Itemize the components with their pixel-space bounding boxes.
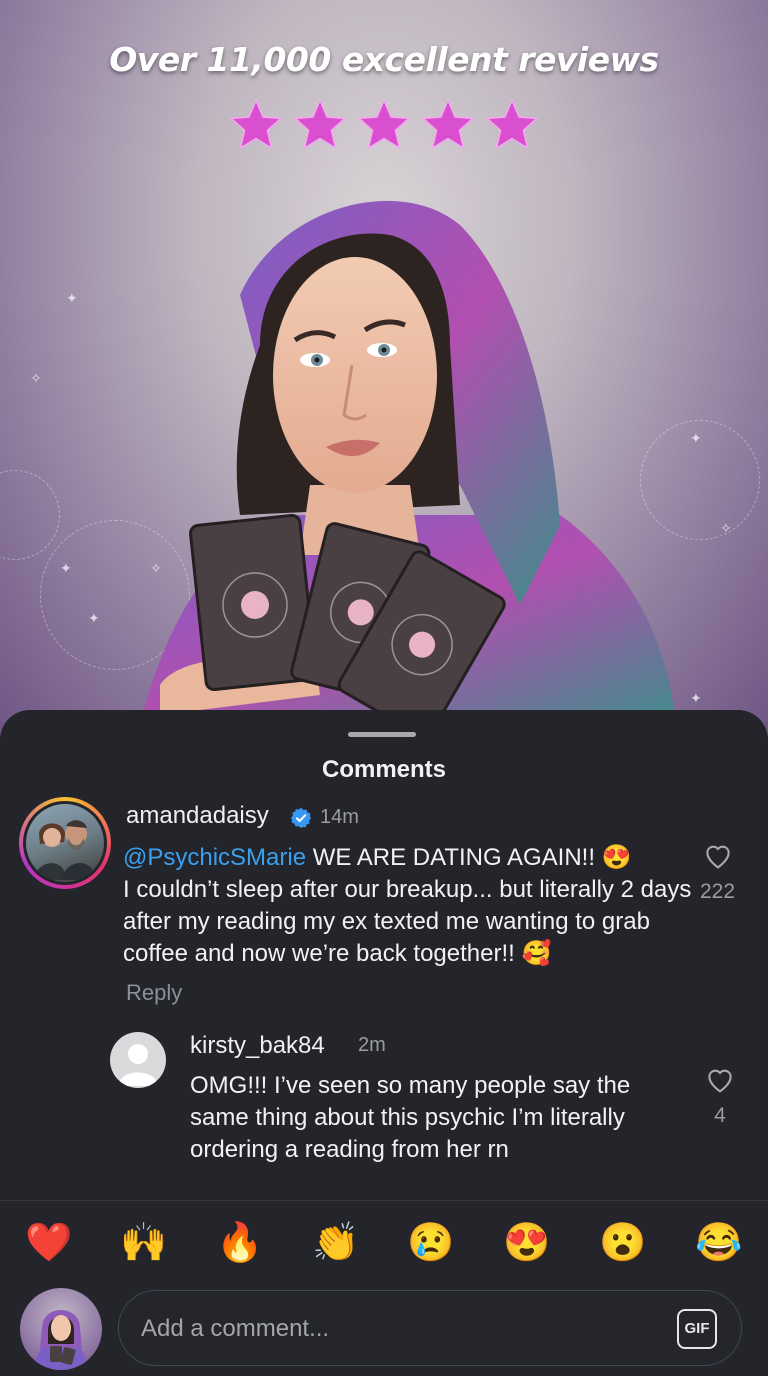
reaction-heart[interactable]: ❤️ xyxy=(24,1218,74,1268)
reply-timestamp: 2m xyxy=(358,1034,386,1056)
quick-reactions-bar: ❤️ 🙌 🔥 👏 😢 😍 😮 😂 xyxy=(0,1218,768,1268)
avatar-ring-gap xyxy=(23,801,107,885)
default-user-icon xyxy=(118,1044,158,1086)
sparkle-icon: ✧ xyxy=(720,520,732,536)
reaction-fire[interactable]: 🔥 xyxy=(215,1218,265,1268)
sparkle-icon: ✦ xyxy=(690,690,702,706)
reaction-raised-hands[interactable]: 🙌 xyxy=(119,1218,169,1268)
comment-like[interactable]: 222 xyxy=(700,840,735,904)
couple-photo-icon xyxy=(34,820,96,880)
star-icon xyxy=(357,98,411,150)
commenter-avatar[interactable] xyxy=(19,797,111,889)
decor-halo xyxy=(0,470,60,560)
comment-body: @PsychicSMarie WE ARE DATING AGAIN!! 😍 I… xyxy=(123,842,713,970)
reaction-crying[interactable]: 😢 xyxy=(406,1218,456,1268)
comment-input-placeholder: Add a comment... xyxy=(141,1315,330,1342)
sparkle-icon: ✦ xyxy=(66,290,78,306)
comment-text-rest: I couldn’t sleep after our breakup... bu… xyxy=(123,876,692,967)
reaction-heart-eyes[interactable]: 😍 xyxy=(502,1218,552,1268)
reaction-surprised[interactable]: 😮 xyxy=(598,1218,648,1268)
comment-timestamp: 14m xyxy=(320,806,359,828)
psychic-portrait xyxy=(140,200,675,739)
star-icon xyxy=(485,98,539,150)
star-icon xyxy=(293,98,347,150)
verified-badge-icon xyxy=(290,807,312,829)
mention-link[interactable]: @PsychicSMarie xyxy=(123,844,306,871)
reviews-headline: Over 11,000 excellent reviews xyxy=(109,40,659,79)
star-icon xyxy=(421,98,475,150)
comment-text-first-line: WE ARE DATING AGAIN!! 😍 xyxy=(306,844,632,871)
sparkle-icon: ✦ xyxy=(690,430,702,446)
star-icon xyxy=(229,98,283,150)
rating-stars xyxy=(0,96,768,154)
sparkle-icon: ✧ xyxy=(30,370,42,386)
current-user-avatar xyxy=(20,1288,102,1370)
reply-body: OMG!!! I’ve seen so many people say the … xyxy=(190,1072,631,1163)
sheet-title: Comments xyxy=(321,756,447,783)
divider xyxy=(0,1200,768,1201)
comment-username[interactable]: amandadaisy xyxy=(126,802,269,830)
hero-ad-image: ✦ ✧ ✦ ✦ ✦ ✧ ✦ ✧ Over 11,000 excellent re… xyxy=(0,0,768,740)
reply-like-count: 4 xyxy=(714,1104,726,1127)
reply-button[interactable]: Reply xyxy=(126,980,182,1006)
psychic-avatar-icon xyxy=(34,1310,88,1370)
heart-outline-icon[interactable] xyxy=(701,840,735,872)
reaction-clap[interactable]: 👏 xyxy=(311,1218,361,1268)
reply-avatar-placeholder[interactable] xyxy=(110,1032,166,1088)
sheet-drag-handle[interactable] xyxy=(348,732,416,737)
comments-sheet: Comments amandadaisy 14m @PsychicSMarie … xyxy=(0,710,768,1376)
sparkle-icon: ✦ xyxy=(88,610,100,626)
reply-like[interactable]: 4 xyxy=(703,1064,737,1128)
reply-username[interactable]: kirsty_bak84 xyxy=(190,1032,325,1060)
sparkle-icon: ✦ xyxy=(60,560,72,576)
reaction-laughing[interactable]: 😂 xyxy=(694,1218,744,1268)
avatar-photo xyxy=(26,804,104,882)
comment-like-count: 222 xyxy=(700,880,736,903)
gif-button[interactable]: GIF xyxy=(677,1309,717,1349)
heart-outline-icon[interactable] xyxy=(703,1064,737,1096)
comment-input[interactable]: Add a comment... GIF xyxy=(118,1290,742,1366)
